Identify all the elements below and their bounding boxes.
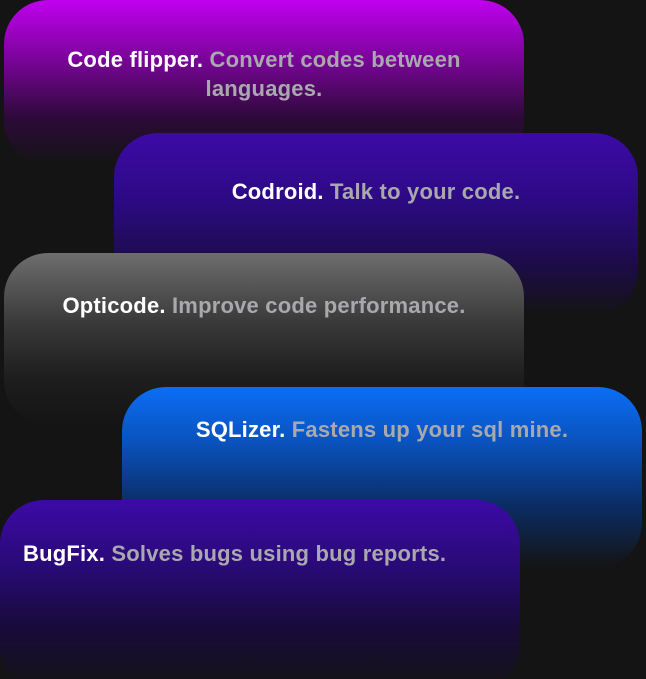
card-description: Solves bugs using bug reports. [111,541,447,566]
card-text: Opticode. Improve code performance. [24,291,504,320]
card-title: Code flipper. [67,47,204,72]
card-description: Convert codes between languages. [205,47,461,101]
card-description: Fastens up your sql mine. [291,417,569,442]
card-description: Talk to your code. [330,179,521,204]
card-description: Improve code performance. [172,293,466,318]
card-title: Codroid. [231,179,324,204]
card-text: SQLizer. Fastens up your sql mine. [142,415,622,444]
tools-stack: Code flipper. Convert codes between lang… [0,0,646,679]
card-text: Code flipper. Convert codes between lang… [36,45,492,103]
card-text: Codroid. Talk to your code. [144,177,608,206]
card-title: BugFix. [23,541,106,566]
card-bugfix[interactable]: BugFix. Solves bugs using bug reports. [0,500,520,679]
card-title: Opticode. [62,293,166,318]
card-title: SQLizer. [195,417,286,442]
card-text: BugFix. Solves bugs using bug reports. [10,539,500,568]
